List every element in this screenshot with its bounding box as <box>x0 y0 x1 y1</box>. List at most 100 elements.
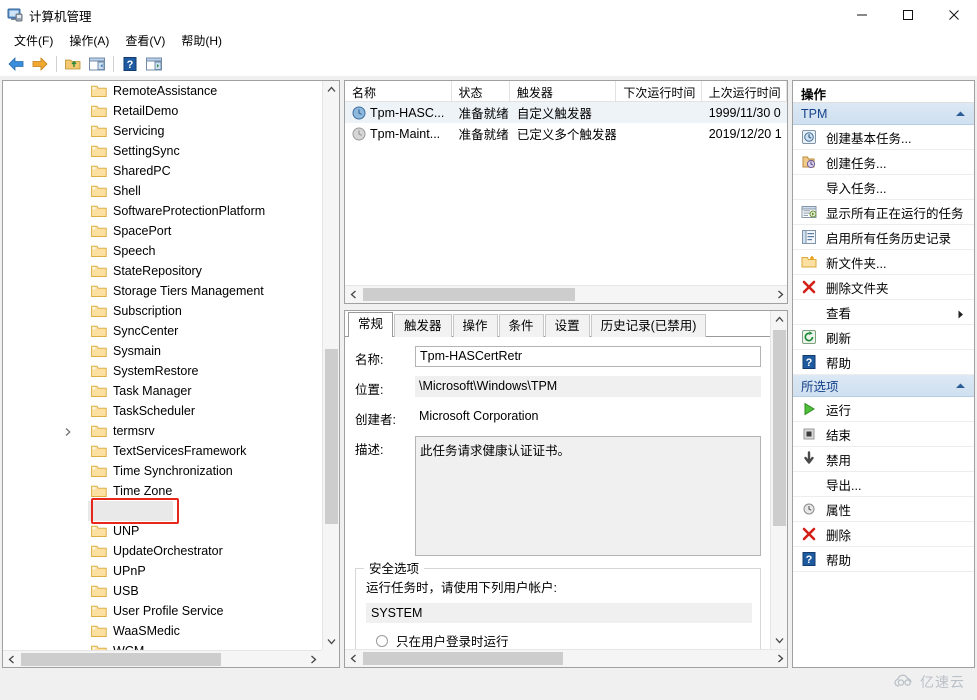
tab-触发器[interactable]: 触发器 <box>394 314 452 337</box>
tree-item-subscription[interactable]: Subscription <box>3 301 322 321</box>
maximize-button[interactable] <box>885 0 931 30</box>
tree-item-unp[interactable]: UNP <box>3 521 322 541</box>
list-hscrollbar-thumb[interactable] <box>363 288 575 301</box>
action-item-帮助[interactable]: ?帮助 <box>793 350 974 375</box>
column-header-0[interactable]: 名称 <box>345 81 452 101</box>
actions-group-header-TPM[interactable]: TPM <box>793 103 974 125</box>
table-row[interactable]: Tpm-Maint...准备就绪已定义多个触发器2019/12/20 1 <box>345 123 787 144</box>
tree-item-time-synchronization[interactable]: Time Synchronization <box>3 461 322 481</box>
tree-item-taskscheduler[interactable]: TaskScheduler <box>3 401 322 421</box>
tree-scroll-down-icon[interactable] <box>323 633 340 650</box>
action-item-导入任务[interactable]: 导入任务... <box>793 175 974 200</box>
close-button[interactable] <box>931 0 977 30</box>
action-item-启用所有任务历史记录[interactable]: 启用所有任务历史记录 <box>793 225 974 250</box>
menu-help[interactable]: 帮助(H) <box>173 30 230 51</box>
tree-item-sharedpc[interactable]: SharedPC <box>3 161 322 181</box>
tree-item-shell[interactable]: Shell <box>3 181 322 201</box>
task-list-rows[interactable]: Tpm-HASC...准备就绪自定义触发器1999/11/30 0Tpm-Mai… <box>345 102 787 285</box>
action-item-禁用[interactable]: 禁用 <box>793 447 974 472</box>
detail-scroll-down-icon[interactable] <box>771 632 788 649</box>
menu-file[interactable]: 文件(F) <box>6 30 61 51</box>
minimize-button[interactable] <box>839 0 885 30</box>
tree-item-termsrv[interactable]: termsrv <box>3 421 322 441</box>
tree-item-storage-tiers-management[interactable]: Storage Tiers Management <box>3 281 322 301</box>
tree-item-time-zone[interactable]: Time Zone <box>3 481 322 501</box>
up-folder-icon[interactable] <box>61 53 85 75</box>
tree-item-sysmain[interactable]: Sysmain <box>3 341 322 361</box>
actions-group-header-所选项[interactable]: 所选项 <box>793 375 974 397</box>
detail-tabs[interactable]: 常规触发器操作条件设置历史记录(已禁用) <box>345 311 787 337</box>
tab-常规[interactable]: 常规 <box>348 312 393 337</box>
column-header-2[interactable]: 触发器 <box>510 81 617 101</box>
tree-item-updateorchestrator[interactable]: UpdateOrchestrator <box>3 541 322 561</box>
tree-item-textservicesframework[interactable]: TextServicesFramework <box>3 441 322 461</box>
detail-horizontal-scrollbar[interactable] <box>345 649 788 667</box>
tree-item-servicing[interactable]: Servicing <box>3 121 322 141</box>
radio-button-icon[interactable] <box>376 635 388 647</box>
detail-hscrollbar-thumb[interactable] <box>363 652 563 665</box>
list-scroll-right-icon[interactable] <box>772 286 788 303</box>
action-item-新文件夹[interactable]: 新文件夹... <box>793 250 974 275</box>
tree-item-remoteassistance[interactable]: RemoteAssistance <box>3 81 322 101</box>
detail-scroll-right-icon[interactable] <box>772 650 788 667</box>
menu-action[interactable]: 操作(A) <box>61 30 117 51</box>
forward-icon[interactable] <box>28 53 52 75</box>
column-header-1[interactable]: 状态 <box>452 81 510 101</box>
tree-item-synccenter[interactable]: SyncCenter <box>3 321 322 341</box>
tree-item-retaildemo[interactable]: RetailDemo <box>3 101 322 121</box>
tab-操作[interactable]: 操作 <box>453 314 498 337</box>
tree-item-softwareprotectionplatform[interactable]: SoftwareProtectionPlatform <box>3 201 322 221</box>
tab-历史记录(已禁用)[interactable]: 历史记录(已禁用) <box>591 314 707 337</box>
task-list-horizontal-scrollbar[interactable] <box>345 285 788 303</box>
tab-条件[interactable]: 条件 <box>499 314 544 337</box>
tree-item-wcm[interactable]: WCM <box>3 641 322 650</box>
detail-scroll-left-icon[interactable] <box>345 650 362 667</box>
radio-run-only-when-logged-on[interactable]: 只在用户登录时运行 <box>366 631 752 649</box>
show-hide-console-tree-icon[interactable] <box>85 53 109 75</box>
chevron-right-icon[interactable] <box>63 426 73 436</box>
tree-vertical-scrollbar[interactable] <box>322 81 339 650</box>
chevron-up-icon[interactable] <box>955 107 966 121</box>
tree-horizontal-scrollbar[interactable] <box>3 650 322 667</box>
show-hide-action-pane-icon[interactable] <box>142 53 166 75</box>
tree-item-systemrestore[interactable]: SystemRestore <box>3 361 322 381</box>
action-item-运行[interactable]: 运行 <box>793 397 974 422</box>
tree-item-settingsync[interactable]: SettingSync <box>3 141 322 161</box>
column-header-4[interactable]: 上次运行时间 <box>702 81 787 101</box>
chevron-up-icon[interactable] <box>955 379 966 393</box>
tree-item-tpm[interactable]: TPM <box>3 501 322 521</box>
detail-scroll-up-icon[interactable] <box>771 311 788 328</box>
column-header-3[interactable]: 下次运行时间 <box>616 81 701 101</box>
action-item-导出[interactable]: 导出... <box>793 472 974 497</box>
tree-scroll-left-icon[interactable] <box>3 651 20 668</box>
detail-vertical-scrollbar[interactable] <box>770 311 787 649</box>
action-item-查看[interactable]: 查看 <box>793 300 974 325</box>
action-item-显示所有正在运行的任务[interactable]: 显示所有正在运行的任务 <box>793 200 974 225</box>
tree-scroll-up-icon[interactable] <box>323 81 340 98</box>
action-item-删除[interactable]: 删除 <box>793 522 974 547</box>
detail-scrollbar-thumb[interactable] <box>773 330 786 526</box>
help-icon[interactable]: ? <box>118 53 142 75</box>
action-item-属性[interactable]: 属性 <box>793 497 974 522</box>
tree-scroll-right-icon[interactable] <box>305 651 322 668</box>
tree-item-spaceport[interactable]: SpacePort <box>3 221 322 241</box>
tree-item-user-profile-service[interactable]: User Profile Service <box>3 601 322 621</box>
list-scroll-left-icon[interactable] <box>345 286 362 303</box>
task-list-header[interactable]: 名称状态触发器下次运行时间上次运行时间 <box>345 81 787 102</box>
console-tree[interactable]: RemoteAssistanceRetailDemoServicingSetti… <box>3 81 322 650</box>
tree-item-staterepository[interactable]: StateRepository <box>3 261 322 281</box>
tree-item-waasmedic[interactable]: WaaSMedic <box>3 621 322 641</box>
tree-scrollbar-thumb[interactable] <box>325 349 338 524</box>
actions-list[interactable]: TPM创建基本任务...创建任务...导入任务...显示所有正在运行的任务启用所… <box>793 103 974 572</box>
tree-item-task-manager[interactable]: Task Manager <box>3 381 322 401</box>
action-item-创建基本任务[interactable]: 创建基本任务... <box>793 125 974 150</box>
action-item-结束[interactable]: 结束 <box>793 422 974 447</box>
tree-hscrollbar-thumb[interactable] <box>21 653 221 666</box>
tree-item-upnp[interactable]: UPnP <box>3 561 322 581</box>
menu-view[interactable]: 查看(V) <box>117 30 173 51</box>
task-name-input[interactable]: Tpm-HASCertRetr <box>415 346 761 367</box>
back-icon[interactable] <box>4 53 28 75</box>
tab-设置[interactable]: 设置 <box>545 314 590 337</box>
action-item-创建任务[interactable]: 创建任务... <box>793 150 974 175</box>
action-item-帮助[interactable]: ?帮助 <box>793 547 974 572</box>
